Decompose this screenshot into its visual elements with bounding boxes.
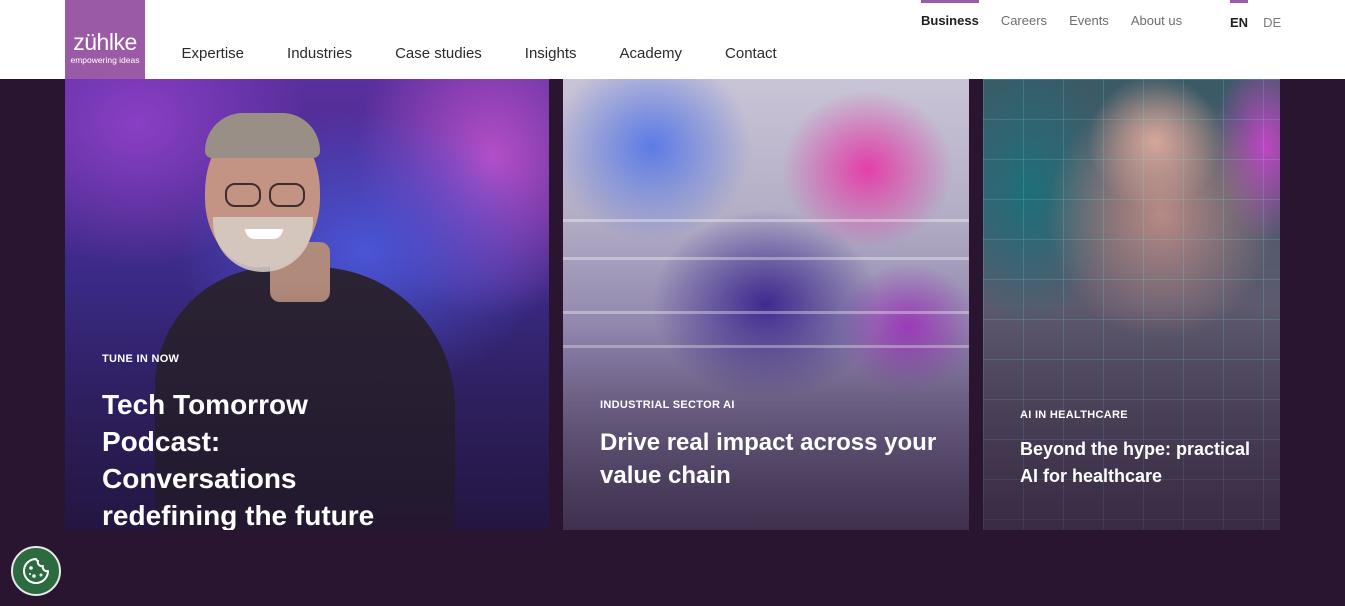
nav-item-expertise[interactable]: Expertise	[160, 44, 266, 64]
card-headline: Drive real impact across your value chai…	[600, 429, 937, 489]
brand-tagline: empowering ideas	[70, 55, 140, 65]
cookie-settings-button[interactable]	[11, 546, 61, 596]
language-switcher: EN DE	[1230, 0, 1296, 30]
utility-nav: Business Careers Events About us	[921, 0, 1204, 40]
nav-item-academy[interactable]: Academy	[598, 44, 704, 64]
card-text: INDUSTRIAL SECTOR AI Drive real impact a…	[600, 399, 945, 492]
nav-item-contact[interactable]: Contact	[704, 44, 799, 64]
nav-item-insights[interactable]: Insights	[503, 44, 598, 64]
card-text: TUNE IN NOW Tech Tomorrow Podcast: Conve…	[102, 353, 525, 530]
main-nav: Expertise Industries Case studies Insigh…	[160, 44, 798, 64]
teaser-card-podcast[interactable]: TUNE IN NOW Tech Tomorrow Podcast: Conve…	[65, 79, 549, 530]
card-eyebrow: AI IN HEALTHCARE	[1020, 409, 1128, 421]
card-headline: Beyond the hype: practical AI for health…	[1020, 439, 1251, 486]
nav-item-case-studies[interactable]: Case studies	[374, 44, 504, 64]
cookie-icon	[23, 558, 49, 584]
util-nav-events[interactable]: Events	[1069, 0, 1109, 40]
site-header: zühlke empowering ideas Expertise Indust…	[0, 0, 1345, 79]
brand-logo[interactable]: zühlke empowering ideas	[65, 0, 145, 79]
card-eyebrow: INDUSTRIAL SECTOR AI	[600, 399, 735, 411]
card-eyebrow: TUNE IN NOW	[102, 353, 180, 365]
util-nav-careers[interactable]: Careers	[1001, 0, 1047, 40]
language-option-de[interactable]: DE	[1263, 0, 1281, 30]
util-nav-business[interactable]: Business	[921, 0, 979, 40]
nav-item-industries[interactable]: Industries	[266, 44, 374, 64]
util-nav-about-us[interactable]: About us	[1131, 0, 1182, 40]
language-option-en[interactable]: EN	[1230, 0, 1249, 30]
teaser-card-healthcare-ai[interactable]: AI IN HEALTHCARE Beyond the hype: practi…	[983, 79, 1280, 530]
card-text: AI IN HEALTHCARE Beyond the hype: practi…	[1020, 409, 1256, 490]
card-headline: Tech Tomorrow Podcast: Conversations red…	[102, 389, 375, 530]
brand-name: zühlke	[73, 29, 137, 55]
teaser-card-industrial-ai[interactable]: INDUSTRIAL SECTOR AI Drive real impact a…	[563, 79, 969, 530]
